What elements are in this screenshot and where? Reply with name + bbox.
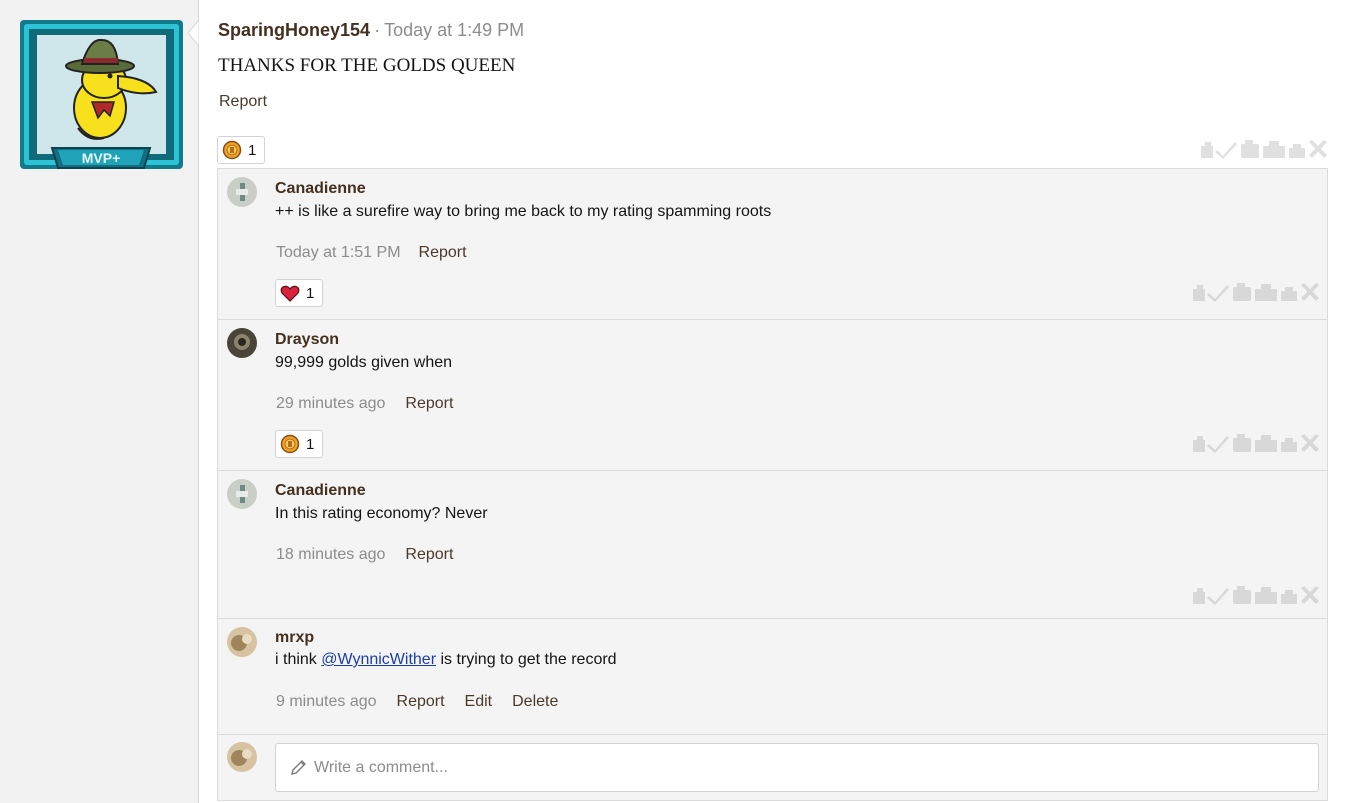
comment-timestamp[interactable]: 29 minutes ago <box>276 395 385 412</box>
comment-timestamp[interactable]: 9 minutes ago <box>276 693 377 710</box>
comment-timestamp[interactable]: 18 minutes ago <box>276 546 385 563</box>
rate-icons[interactable] <box>1199 138 1329 160</box>
comment-item: Canadienne In this rating economy? Never… <box>218 471 1327 619</box>
mvp-badge-text: MVP+ <box>82 150 121 166</box>
reaction-count: 1 <box>248 141 257 159</box>
gold-ingot-icon <box>222 140 242 160</box>
comment-author[interactable]: Canadienne <box>275 482 366 500</box>
comment-item: Canadienne ++ is like a surefire way to … <box>218 169 1327 320</box>
rate-icons[interactable] <box>1191 281 1321 303</box>
post-header: SparingHoney154 · Today at 1:49 PM <box>218 20 524 41</box>
comment-reaction-chip[interactable]: 1 <box>275 430 324 458</box>
comment-author[interactable]: mrxp <box>275 629 314 647</box>
comment-rate-icons[interactable] <box>1191 584 1321 606</box>
comment-text: i think @WynnicWither is trying to get t… <box>275 651 617 669</box>
comment-avatar[interactable] <box>227 177 257 207</box>
write-comment-input[interactable]: Write a comment... <box>275 743 1319 792</box>
post-body: THANKS FOR THE GOLDS QUEEN <box>218 55 516 76</box>
speech-arrow-icon <box>188 20 200 46</box>
pencil-icon <box>291 760 306 775</box>
comment-meta: 29 minutes ago Report <box>276 395 453 413</box>
comment-rate-icons[interactable] <box>1191 432 1321 454</box>
comment-item: mrxp i think @WynnicWither is trying to … <box>218 619 1327 735</box>
post-report-button[interactable]: Report <box>219 93 267 111</box>
post-username[interactable]: SparingHoney154 <box>218 20 370 40</box>
comment-text: 99,999 golds given when <box>275 354 453 371</box>
comments-panel: Canadienne ++ is like a surefire way to … <box>217 168 1328 801</box>
comment-author[interactable]: Drayson <box>275 331 339 349</box>
comment-text-after: is trying to get the record <box>436 651 617 668</box>
comment-edit-button[interactable]: Edit <box>465 693 493 710</box>
rate-icons[interactable] <box>1191 584 1321 606</box>
comment-avatar[interactable] <box>227 479 257 509</box>
comment-meta: 18 minutes ago Report <box>276 546 453 564</box>
current-user-avatar <box>227 742 257 772</box>
reaction-count: 1 <box>306 435 315 453</box>
comment-timestamp[interactable]: Today at 1:51 PM <box>276 244 401 261</box>
author-sidebar: MVP+ <box>0 0 199 803</box>
user-mention-link[interactable]: @WynnicWither <box>321 651 436 668</box>
comment-report-button[interactable]: Report <box>405 546 453 563</box>
comment-author[interactable]: Canadienne <box>275 180 366 198</box>
comment-report-button[interactable]: Report <box>397 693 445 710</box>
comment-rate-icons[interactable] <box>1191 281 1321 303</box>
comment-meta: 9 minutes ago Report Edit Delete <box>276 693 558 711</box>
post-timestamp[interactable]: Today at 1:49 PM <box>384 20 524 40</box>
comment-reaction-chip[interactable]: 1 <box>275 279 324 307</box>
write-comment-placeholder: Write a comment... <box>314 758 448 776</box>
header-separator: · <box>374 20 381 40</box>
comment-report-button[interactable]: Report <box>419 244 467 261</box>
comment-avatar[interactable] <box>227 328 257 358</box>
write-comment-row: Write a comment... <box>218 734 1327 801</box>
comment-meta: Today at 1:51 PM Report <box>276 244 467 262</box>
comment-text: In this rating economy? Never <box>275 505 488 522</box>
reaction-count: 1 <box>306 284 315 302</box>
comment-delete-button[interactable]: Delete <box>512 693 558 710</box>
comment-item: Drayson 99,999 golds given when 29 minut… <box>218 320 1327 471</box>
comment-report-button[interactable]: Report <box>405 395 453 412</box>
gold-ingot-icon <box>280 434 300 454</box>
post-rate-icons[interactable] <box>1199 138 1329 160</box>
rate-icons[interactable] <box>1191 432 1321 454</box>
heart-icon <box>280 285 300 302</box>
author-avatar[interactable]: MVP+ <box>18 18 185 171</box>
comment-text: ++ is like a surefire way to bring me ba… <box>275 203 772 220</box>
comment-text-before: i think <box>275 651 322 668</box>
post-reaction-chip[interactable]: 1 <box>217 136 266 164</box>
comment-avatar[interactable] <box>227 627 257 657</box>
